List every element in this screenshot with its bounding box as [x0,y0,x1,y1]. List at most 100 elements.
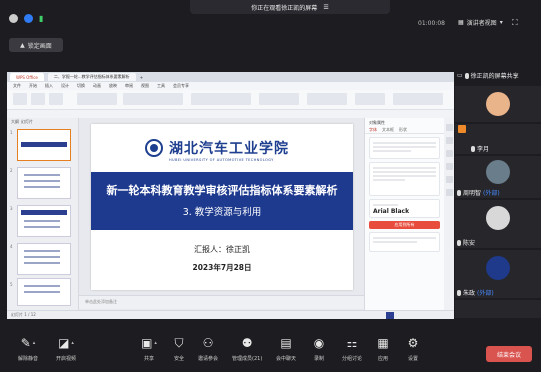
mute-label: 解除静音 [18,356,39,362]
share-button[interactable]: ▣ ▴ 共享 [141,336,157,362]
settings-button[interactable]: ⚙ 设置 [406,336,420,362]
security-button[interactable]: ⛉ 安全 [172,335,186,363]
participant-name: 陈安 [457,238,475,247]
panel-tab: 形状 [399,127,407,132]
wps-statusbar: 幻灯片 1 / 12 [7,310,454,319]
avatar [486,160,510,184]
mic-icon [464,72,469,79]
security-shield-icon[interactable] [24,14,33,23]
ribbon-tool-icon [77,93,117,105]
apps-button[interactable]: ▦ 应用 [376,336,390,362]
lock-icon: ▲ [20,41,25,49]
fullscreen-icon[interactable]: ⛶ [512,18,518,28]
wps-doc-tab: 二、学报一轮...教学评估指标体系要素解析 [47,73,136,81]
chat-label: 会中聊天 [276,356,297,362]
panel-tab: 字体 [369,127,377,132]
breakout-icon: ⚏ [346,336,358,350]
invite-label: 邀请参会 [198,356,219,362]
participant-name: 朱政 (外部) [457,288,494,297]
mic-icon [457,189,461,196]
menu-item: 设计 [61,83,69,88]
ribbon-tool-icon [191,93,251,105]
menu-item: 插入 [45,83,53,88]
breakout-button[interactable]: ⚏ 分组讨论 [342,336,362,362]
participant-name: ▭ 徐正凯的屏幕共享 [457,72,519,80]
slide-title: 新一轮本科教育教学审核评估指标体系要素解析 [106,184,338,197]
bottom-toolbar: ✎ ▴ 解除静音 ◪ ▴ 开启视频 ▣ ▴ 共享 ⛉ 安全 ⚇ 邀请参会 ⚉ 管理成员… [0,330,541,372]
font-box: Arial Black [369,199,440,218]
plus-icon: + [139,74,144,80]
members-label: 管理成员(21) [232,356,263,362]
school-name-en: HUBEI UNIVERSITY OF AUTOMOTIVE TECHNOLOG… [169,158,274,162]
slide-thumb [17,205,71,237]
slides-tab: 幻灯片 [21,119,33,124]
slide-thumb [17,129,71,161]
avatar [486,92,510,116]
chat-button[interactable]: ▤ 会中聊天 [276,336,296,362]
ribbon-tool-icon [307,93,347,105]
info-icon[interactable] [9,14,18,23]
ribbon-tool-icon [49,93,63,105]
wps-titlebar: WPS Office 二、学报一轮...教学评估指标体系要素解析 + [7,72,454,82]
menu-item: 视图 [141,83,149,88]
report-date: 2023年7月28日 [192,263,252,272]
participant-tile[interactable]: 李月 [455,124,541,154]
layout-button[interactable]: ▦ 演讲者视图 ▾ [458,18,503,27]
participant-tile[interactable] [455,300,541,318]
menu-icon[interactable]: ☰ [323,4,328,11]
ribbon-tool-icon [31,93,45,105]
apply-button: 应用到所有 [369,221,440,229]
menu-item: 会员专享 [173,83,189,88]
chat-icon: ▤ [280,336,292,350]
settings-label: 设置 [407,356,418,362]
menu-item: 审阅 [125,83,133,88]
share-label: 共享 [143,356,154,362]
avatar [486,206,510,230]
mic-icon [457,289,461,296]
mic-icon [457,239,461,246]
lock-view-label: 锁定画面 [27,42,52,50]
participant-tile[interactable]: 朱政 (外部) [455,250,541,298]
participant-tile[interactable]: 周明智 (外部) [455,156,541,198]
school-emblem-icon [145,139,163,157]
members-icon: ⚉ [241,336,253,350]
mute-button[interactable]: ✎ ▴ 解除静音 [18,336,38,362]
ribbon-tool-icon [123,93,183,105]
shield-icon: ⛉ [174,335,184,350]
end-meeting-button[interactable]: 结束会议 [486,346,532,362]
apps-label: 应用 [377,356,388,362]
slide-thumb [17,167,71,199]
participant-tile[interactable]: ▭ 徐正凯的屏幕共享 [455,62,541,84]
camera-off-icon: ◪ ▴ [58,336,74,350]
panel-tab: 文本框 [382,127,394,132]
ribbon-tool-icon [355,93,385,105]
layout-label: 演讲者视图 [466,20,497,27]
outline-tab: 大纲 [11,119,19,124]
video-button[interactable]: ◪ ▴ 开启视频 [56,336,76,362]
side-toolbar [444,118,454,310]
signal-icon: ▮ [39,14,44,23]
lock-view-button[interactable]: ▲ 锁定画面 [9,38,63,52]
sharing-banner[interactable]: 你正在观看徐正凯的屏幕 ☰ [190,0,390,14]
ribbon-tool-icon [13,93,27,105]
ribbon-tool-icon [259,93,299,105]
participant-tile[interactable]: 陈安 [455,200,541,248]
participant-tile[interactable] [455,86,541,122]
video-label: 开启视频 [56,356,77,362]
thumb-number: 4 [10,244,13,249]
participant-name: 李月 [471,144,489,153]
title-banner: 新一轮本科教育教学审核评估指标体系要素解析 3. 教学资源与利用 [91,172,353,230]
slide-counter: 幻灯片 1 / 12 [11,312,36,317]
record-icon: ◉ [313,336,325,350]
slide-canvas: 湖北汽车工业学院 HUBEI UNIVERSITY OF AUTOMOTIVE … [79,118,364,310]
property-panel: 对象属性 字体 文本框 形状 Arial Black 应用到所有 [364,118,444,310]
meeting-window: ▮ 你正在观看徐正凯的屏幕 ☰ 01:00:08 ▦ 演讲者视图 ▾ ⛶ ▲ 锁… [0,0,541,372]
menu-item: 文件 [13,83,21,88]
members-button[interactable]: ⚉ 管理成员(21) [232,336,262,362]
record-button[interactable]: ◉ 录制 [312,336,326,362]
play-icon [386,312,394,319]
thumb-number: 1 [10,130,13,135]
invite-button[interactable]: ⚇ 邀请参会 [198,336,218,362]
thumb-number: 5 [10,282,13,287]
record-label: 录制 [313,356,324,362]
